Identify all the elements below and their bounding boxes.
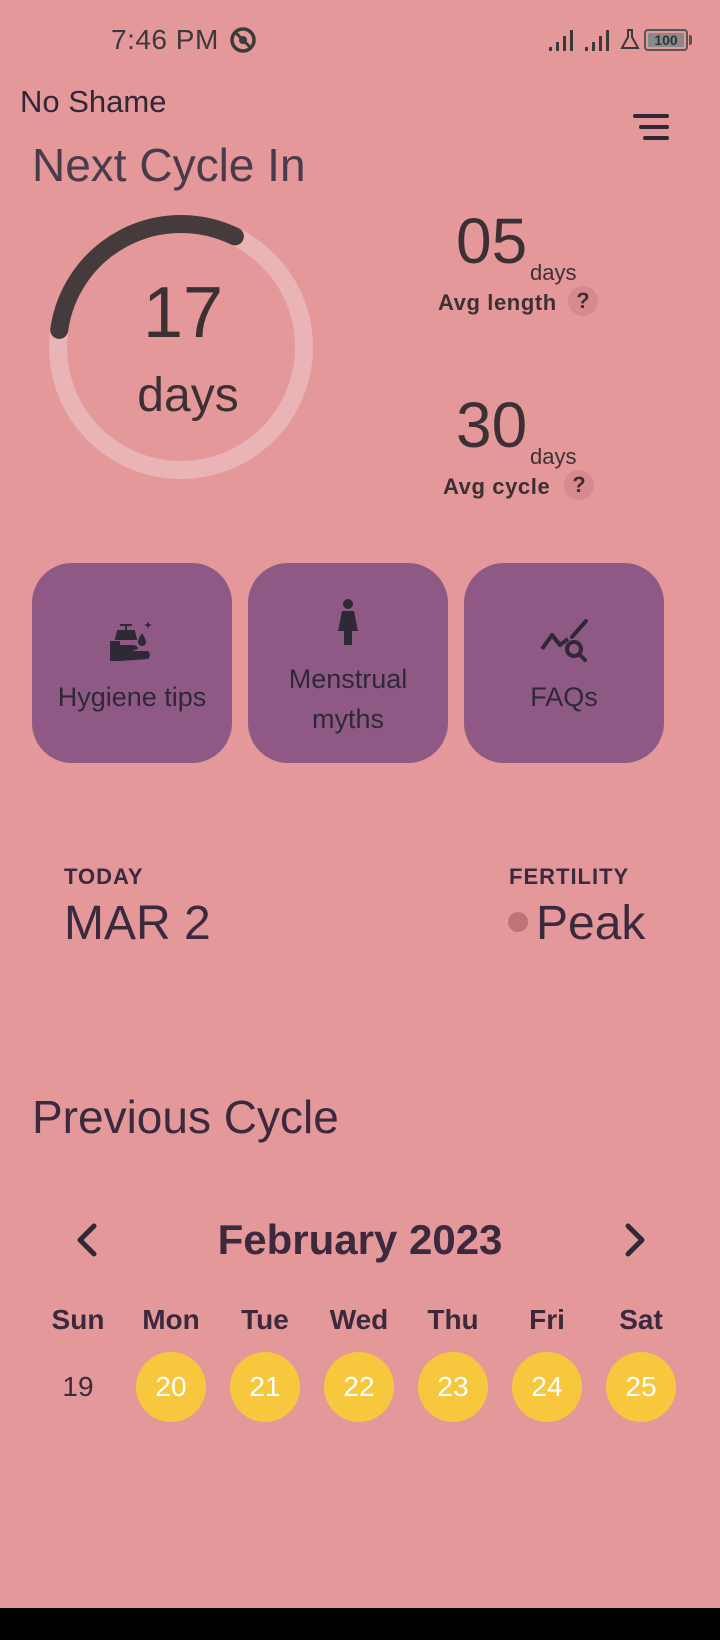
today-caption: TODAY: [64, 864, 144, 889]
do-not-disturb-icon: [230, 27, 256, 53]
fertility-status-dot: [508, 912, 528, 932]
app-title: No Shame: [20, 84, 167, 119]
next-cycle-heading: Next Cycle In: [32, 139, 306, 191]
fertility-caption: FERTILITY: [509, 864, 630, 889]
weekday-fri: Fri: [529, 1304, 565, 1335]
battery-percent: 100: [654, 32, 678, 48]
fertility-value: Peak: [536, 897, 646, 950]
flask-icon: [620, 29, 640, 49]
menstrual-myths-card[interactable]: Menstrual myths: [248, 563, 448, 763]
avg-cycle-unit: days: [530, 444, 577, 469]
status-time: 7:46 PM: [111, 24, 219, 55]
avg-length-help-button[interactable]: ?: [568, 286, 598, 316]
system-navigation-bar: [0, 1608, 720, 1640]
hygiene-tips-card[interactable]: Hygiene tips: [32, 563, 232, 763]
today-date: MAR 2: [64, 897, 211, 950]
calendar-day[interactable]: 24: [512, 1352, 582, 1422]
status-bar: 7:46 PM 100: [0, 0, 720, 80]
avg-length-unit: days: [530, 260, 577, 285]
calendar-day[interactable]: 22: [324, 1352, 394, 1422]
days-until-next-cycle: 17: [142, 273, 224, 353]
avg-cycle-help-button[interactable]: ?: [564, 470, 594, 500]
battery-indicator: 100: [644, 29, 688, 51]
battery-tip: [689, 35, 692, 45]
woman-figure-icon: [338, 599, 358, 645]
weekday-mon: Mon: [142, 1304, 200, 1335]
calendar-day[interactable]: 21: [230, 1352, 300, 1422]
previous-cycle-heading: Previous Cycle: [32, 1091, 339, 1143]
weekday-sun: Sun: [51, 1304, 105, 1335]
hygiene-tips-label: Hygiene tips: [57, 682, 207, 712]
menstrual-myths-label-line2: myths: [311, 704, 384, 734]
avg-cycle-value: 30: [456, 389, 528, 461]
weekday-wed: Wed: [329, 1304, 389, 1335]
calendar-day[interactable]: 20: [136, 1352, 206, 1422]
avg-cycle-label: Avg cycle: [443, 474, 551, 499]
days-unit-label: days: [137, 369, 239, 422]
calendar-day[interactable]: 19: [43, 1352, 113, 1422]
menstrual-myths-label-line1: Menstrual: [288, 664, 408, 694]
app-screen: 7:46 PM 100 No Shame Next Cycle In 17 da…: [0, 0, 720, 1640]
chevron-left-icon[interactable]: [70, 1220, 106, 1260]
calendar-month-title: February 2023: [217, 1216, 503, 1263]
calendar-day[interactable]: 23: [418, 1352, 488, 1422]
signal-strength-icon: [585, 30, 609, 51]
faqs-label: FAQs: [530, 682, 598, 712]
signal-strength-icon: [549, 30, 573, 51]
weekday-tue: Tue: [241, 1304, 289, 1335]
chevron-right-icon[interactable]: [616, 1220, 652, 1260]
weekday-sat: Sat: [619, 1304, 663, 1335]
avg-length-label: Avg length: [438, 290, 557, 315]
avg-length-value: 05: [456, 205, 528, 277]
calendar-day[interactable]: 25: [606, 1352, 676, 1422]
faqs-card[interactable]: FAQs: [464, 563, 664, 763]
chart-search-icon: [540, 619, 588, 662]
menu-icon[interactable]: [628, 110, 676, 146]
hand-wash-icon: [110, 621, 152, 661]
weekday-thu: Thu: [427, 1304, 479, 1335]
